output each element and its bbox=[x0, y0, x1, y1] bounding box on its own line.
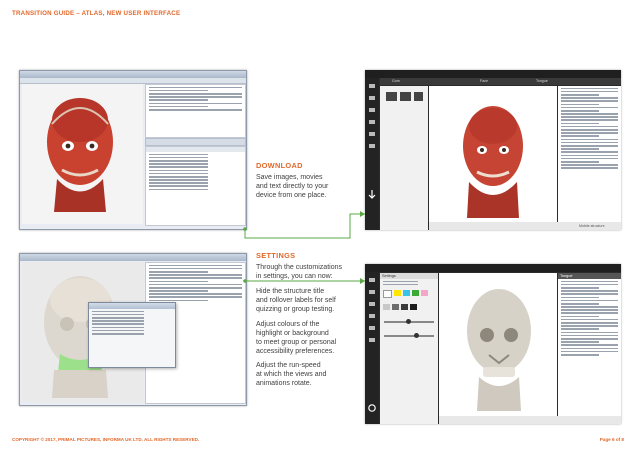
connector-lines bbox=[243, 211, 365, 284]
page-number: Page 6 of 8 bbox=[599, 437, 624, 442]
copyright-footer: COPYRIGHT © 2017, PRIMAL PICTURES, INFOR… bbox=[12, 437, 200, 442]
